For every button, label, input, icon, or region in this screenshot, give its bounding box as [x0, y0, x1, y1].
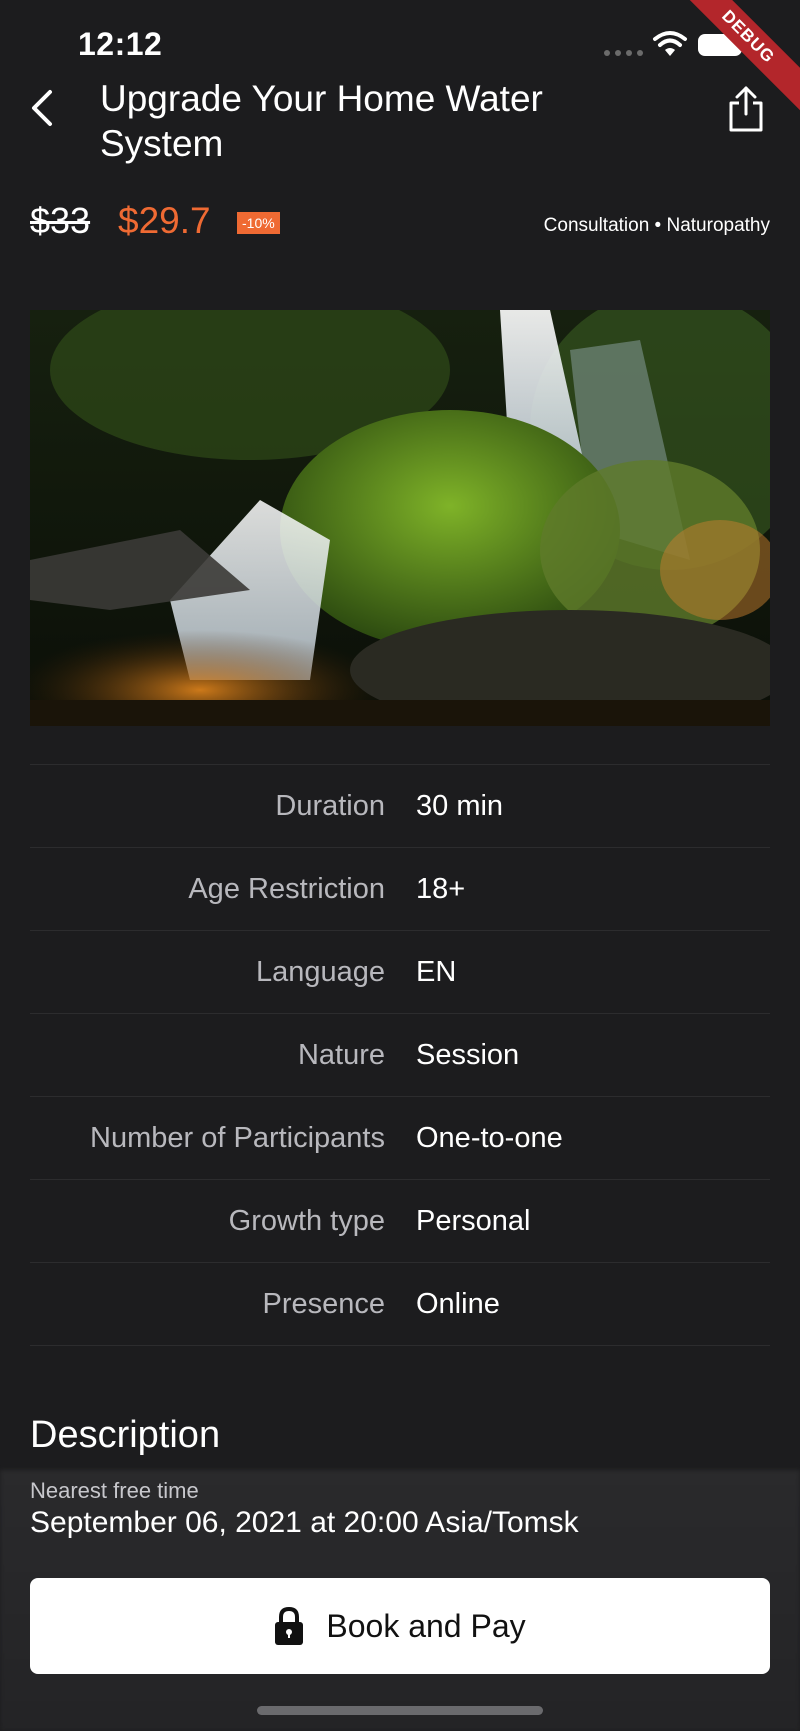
wifi-icon: [653, 31, 687, 56]
description-heading: Description: [30, 1414, 221, 1456]
spec-row-duration: Duration 30 min: [30, 764, 770, 847]
spec-value: Session: [416, 1039, 520, 1071]
spec-value: 18+: [416, 873, 466, 905]
spec-row-participants: Number of Participants One-to-one: [30, 1096, 770, 1179]
home-indicator: [257, 1706, 543, 1715]
book-and-pay-label: Book and Pay: [326, 1607, 526, 1644]
old-price: $33: [30, 200, 91, 241]
lock-icon: [275, 1606, 304, 1645]
spec-value: One-to-one: [416, 1122, 563, 1154]
spec-label: Presence: [262, 1288, 385, 1320]
spec-value: Online: [416, 1288, 500, 1320]
share-icon[interactable]: [726, 84, 766, 134]
spec-row-age-restriction: Age Restriction 18+: [30, 847, 770, 930]
spec-row-language: Language EN: [30, 930, 770, 1013]
category-label: Consultation • Naturopathy: [543, 215, 770, 236]
spec-row-nature: Nature Session: [30, 1013, 770, 1096]
nearest-time-label: Nearest free time: [30, 1478, 199, 1503]
spec-label: Age Restriction: [188, 873, 385, 905]
spec-row-presence: Presence Online: [30, 1262, 770, 1346]
specs-table: Duration 30 min Age Restriction 18+ Lang…: [30, 764, 770, 1346]
spec-label: Number of Participants: [90, 1122, 385, 1154]
spec-label: Growth type: [228, 1205, 385, 1237]
spec-value: Personal: [416, 1205, 531, 1237]
cellular-signal-icon: [604, 50, 643, 56]
price-row: $33 $29.7 -10% Consultation • Naturopath…: [30, 200, 770, 250]
spec-value: 30 min: [416, 790, 504, 822]
new-price: $29.7: [118, 200, 211, 241]
discount-badge: -10%: [237, 212, 280, 234]
page-title: Upgrade Your Home Water System: [100, 78, 543, 164]
spec-label: Duration: [275, 790, 385, 822]
chevron-left-icon[interactable]: [26, 88, 58, 128]
spec-row-growth-type: Growth type Personal: [30, 1179, 770, 1262]
hero-image: [30, 310, 770, 726]
nearest-time-value: September 06, 2021 at 20:00 Asia/Tomsk: [30, 1506, 579, 1539]
status-time: 12:12: [78, 26, 163, 62]
spec-value: EN: [416, 956, 457, 988]
spec-label: Nature: [297, 1039, 385, 1071]
book-and-pay-button[interactable]: Book and Pay: [30, 1578, 770, 1674]
spec-label: Language: [255, 956, 385, 988]
